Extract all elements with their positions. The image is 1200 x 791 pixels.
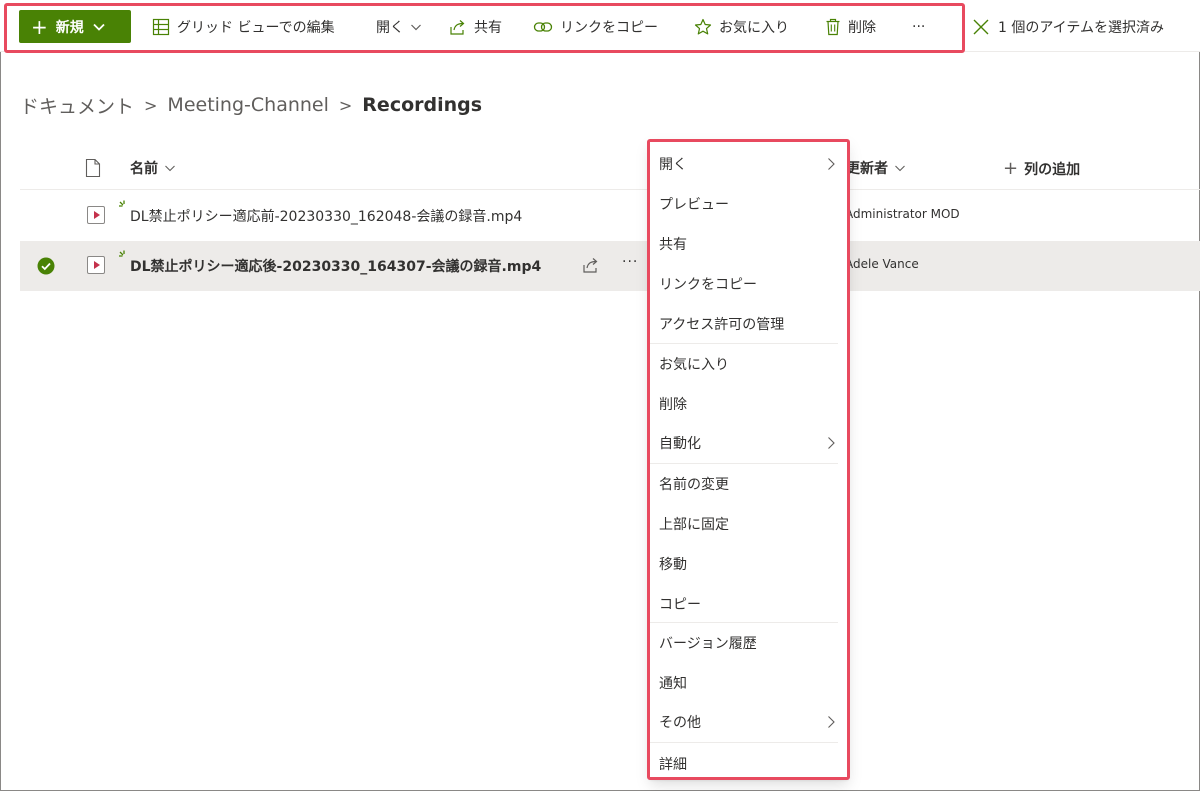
chevron-right-icon <box>828 716 835 728</box>
column-header-name[interactable]: 名前 <box>130 158 176 178</box>
menu-item-label: その他 <box>659 715 701 731</box>
menu-item-preview[interactable]: プレビュー <box>650 184 838 224</box>
menu-item-delete[interactable]: 削除 <box>650 384 838 424</box>
trash-icon <box>826 18 840 35</box>
share-icon[interactable] <box>582 256 600 274</box>
share-icon <box>450 19 465 35</box>
link-icon <box>533 21 553 32</box>
menu-item-move[interactable]: 移動 <box>650 544 838 584</box>
column-header-name-label: 名前 <box>130 161 158 177</box>
copy-link-button[interactable]: リンクをコピー <box>533 10 658 43</box>
menu-item-version-history[interactable]: バージョン履歴 <box>650 623 838 663</box>
menu-item-label: リンクをコピー <box>659 277 757 293</box>
chevron-down-icon <box>165 165 175 172</box>
chevron-down-icon <box>895 165 905 172</box>
menu-item-label: 名前の変更 <box>659 477 729 493</box>
column-header-modified-by-label: 更新者 <box>846 161 888 177</box>
menu-item-open[interactable]: 開く <box>650 144 838 184</box>
modified-by: Adele Vance <box>845 257 919 271</box>
new-item-icon <box>119 200 125 207</box>
menu-item-label: 詳細 <box>659 757 687 773</box>
new-button[interactable]: + 新規 <box>19 10 131 43</box>
menu-item-more[interactable]: その他 <box>650 702 838 742</box>
more-button[interactable]: ··· <box>912 10 925 43</box>
table-row[interactable]: DL禁止ポリシー適応前-20230330_162048-会議の録音.mp4 Ad… <box>20 191 1200 241</box>
add-column-button[interactable]: + 列の追加 <box>1003 158 1080 179</box>
video-file-icon <box>87 256 105 274</box>
favorite-label: お気に入り <box>719 19 789 36</box>
menu-item-copy[interactable]: コピー <box>650 584 838 624</box>
menu-item-label: 開く <box>659 157 687 173</box>
close-icon <box>973 19 989 34</box>
checkmark-circle-icon[interactable] <box>37 257 55 275</box>
menu-item-manage-access[interactable]: アクセス許可の管理 <box>650 304 838 344</box>
menu-item-label: バージョン履歴 <box>659 636 757 652</box>
grid-edit-label: グリッド ビューでの編集 <box>177 19 335 36</box>
chevron-down-icon <box>93 23 105 31</box>
selection-count-label: 1 個のアイテムを選択済み <box>998 19 1164 36</box>
menu-divider <box>650 742 838 743</box>
breadcrumb-current: Recordings <box>362 94 483 116</box>
copy-link-label: リンクをコピー <box>560 19 658 36</box>
clear-selection-button[interactable]: 1 個のアイテムを選択済み <box>972 10 1164 43</box>
menu-item-label: 共有 <box>659 237 687 253</box>
open-button[interactable]: 開く <box>376 10 429 43</box>
menu-item-details[interactable]: 詳細 <box>650 744 838 779</box>
menu-item-favorite[interactable]: お気に入り <box>650 344 838 384</box>
chevron-down-icon <box>411 24 421 30</box>
new-item-icon <box>119 250 125 257</box>
more-label: ··· <box>912 18 926 35</box>
modified-by: Administrator MOD <box>845 207 960 221</box>
context-menu: 開く プレビュー 共有 リンクをコピー アクセス許可の管理 お気に入り 削除 自… <box>650 141 848 779</box>
breadcrumb-item-meeting-channel[interactable]: Meeting-Channel <box>167 94 328 116</box>
list-header: 名前 更新者 + 列の追加 <box>20 146 1200 190</box>
menu-item-copy-link[interactable]: リンクをコピー <box>650 264 838 304</box>
chevron-right-icon <box>828 437 835 449</box>
delete-button[interactable]: 削除 <box>825 10 876 43</box>
delete-label: 削除 <box>848 19 876 36</box>
plus-icon: + <box>31 14 48 39</box>
menu-item-label: 自動化 <box>659 436 701 452</box>
breadcrumb-separator: > <box>144 95 158 115</box>
breadcrumb: ドキュメント > Meeting-Channel > Recordings <box>20 90 482 120</box>
table-row[interactable]: DL禁止ポリシー適応後-20230330_164307-会議の録音.mp4 ··… <box>20 241 1200 291</box>
breadcrumb-separator: > <box>338 95 353 115</box>
menu-item-label: お気に入り <box>659 357 729 373</box>
chevron-right-icon <box>828 158 835 170</box>
grid-edit-button[interactable]: グリッド ビューでの編集 <box>152 10 335 43</box>
menu-item-label: アクセス許可の管理 <box>659 317 785 333</box>
menu-item-rename[interactable]: 名前の変更 <box>650 464 838 504</box>
share-label: 共有 <box>474 19 502 36</box>
breadcrumb-item-documents[interactable]: ドキュメント <box>20 92 134 119</box>
grid-icon <box>152 18 170 35</box>
menu-item-label: 通知 <box>659 676 687 692</box>
menu-item-label: コピー <box>659 597 701 613</box>
file-name[interactable]: DL禁止ポリシー適応前-20230330_162048-会議の録音.mp4 <box>130 206 522 226</box>
menu-item-label: 上部に固定 <box>659 517 729 533</box>
file-type-icon[interactable] <box>85 158 101 178</box>
plus-icon: + <box>1003 158 1019 179</box>
add-column-label: 列の追加 <box>1024 161 1081 178</box>
share-button[interactable]: 共有 <box>449 10 502 43</box>
row-more-button[interactable]: ··· <box>622 254 638 270</box>
menu-item-pin-to-top[interactable]: 上部に固定 <box>650 504 838 544</box>
video-file-icon <box>87 206 105 224</box>
open-label: 開く <box>376 19 404 36</box>
column-header-modified-by[interactable]: 更新者 <box>846 158 906 178</box>
command-bar: + 新規 グリッド ビューでの編集 開く 共有 リンクをコピー お気に入り 削除… <box>0 0 1200 52</box>
new-button-label: 新規 <box>55 19 84 36</box>
menu-item-label: プレビュー <box>659 197 729 213</box>
menu-item-label: 移動 <box>659 557 687 573</box>
menu-item-share[interactable]: 共有 <box>650 224 838 264</box>
star-icon <box>694 18 712 34</box>
favorite-button[interactable]: お気に入り <box>694 10 789 43</box>
menu-item-label: 削除 <box>659 397 687 413</box>
menu-item-automate[interactable]: 自動化 <box>650 423 838 463</box>
menu-item-alert[interactable]: 通知 <box>650 663 838 703</box>
file-name[interactable]: DL禁止ポリシー適応後-20230330_164307-会議の録音.mp4 <box>130 256 541 276</box>
